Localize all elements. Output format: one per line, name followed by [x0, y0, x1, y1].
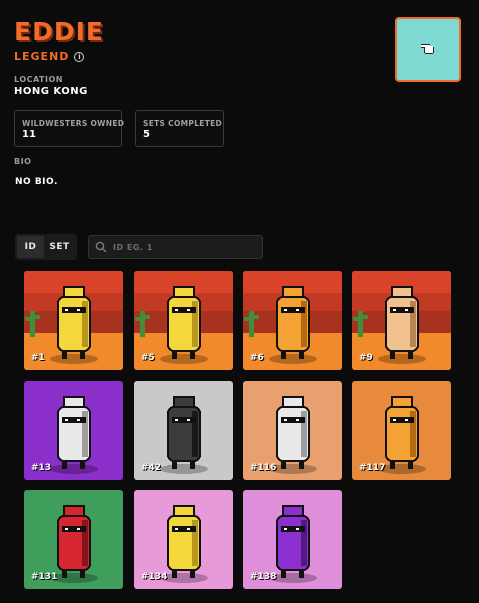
toggle-set[interactable]: SET: [44, 236, 75, 258]
sets-label: SETS COMPLETED: [143, 119, 223, 128]
sets-stat: SETS COMPLETED 5: [135, 110, 224, 147]
card-id-label: #13: [31, 463, 52, 473]
view-toggle: ID SET: [15, 234, 77, 260]
card-id-label: #131: [31, 572, 58, 582]
card-id-label: #116: [250, 463, 277, 473]
bio-label: BIO: [14, 157, 32, 166]
wildwester-card[interactable]: #9: [352, 271, 451, 370]
wildwester-card[interactable]: #131: [24, 490, 123, 589]
card-id-label: #6: [250, 353, 264, 363]
wildwester-card[interactable]: #5: [134, 271, 233, 370]
wildwester-card[interactable]: #134: [134, 490, 233, 589]
card-id-label: #117: [359, 463, 386, 473]
search-box: [88, 235, 263, 259]
search-icon: [95, 241, 107, 253]
wildwester-card[interactable]: #117: [352, 381, 451, 480]
location-value: HONG KONG: [14, 86, 88, 97]
location-label: LOCATION: [14, 75, 63, 84]
wildwester-card[interactable]: #42: [134, 381, 233, 480]
card-id-label: #134: [141, 572, 168, 582]
pointing-hand-icon: [421, 44, 434, 54]
bio-value: NO BIO.: [15, 177, 58, 187]
search-input[interactable]: [113, 242, 253, 252]
wildwester-card[interactable]: #13: [24, 381, 123, 480]
profile-name: EDDIE: [14, 17, 104, 46]
sets-value: 5: [143, 129, 150, 140]
info-icon[interactable]: i: [74, 51, 85, 62]
toggle-id[interactable]: ID: [17, 236, 44, 258]
wildwester-card[interactable]: #116: [243, 381, 342, 480]
owned-label: WILDWESTERS OWNED: [22, 119, 125, 128]
owned-value: 11: [22, 129, 36, 140]
rank-label: LEGEND: [14, 50, 70, 63]
profile-avatar[interactable]: [395, 17, 461, 82]
rank-row: LEGEND i: [14, 50, 85, 63]
card-id-label: #138: [250, 572, 277, 582]
wildwester-card[interactable]: #138: [243, 490, 342, 589]
owned-stat: WILDWESTERS OWNED 11: [14, 110, 125, 147]
card-id-label: #5: [141, 353, 155, 363]
card-id-label: #1: [31, 353, 45, 363]
card-id-label: #42: [141, 463, 162, 473]
wildwester-card[interactable]: #6: [243, 271, 342, 370]
wildwester-card[interactable]: #1: [24, 271, 123, 370]
card-id-label: #9: [359, 353, 373, 363]
